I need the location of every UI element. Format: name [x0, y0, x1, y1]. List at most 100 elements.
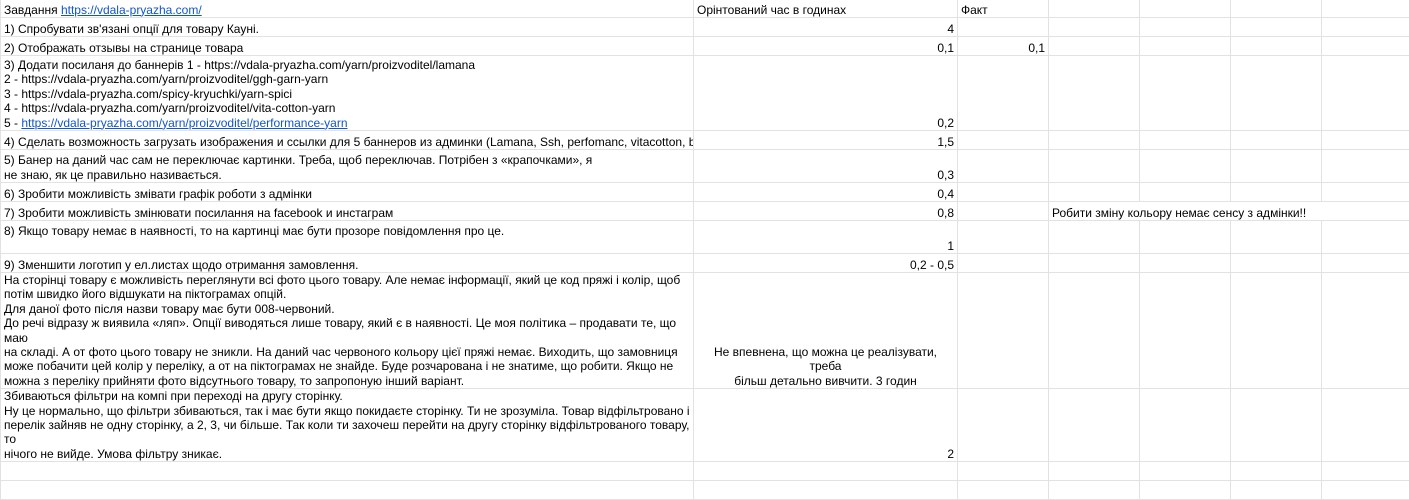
empty-cell[interactable]	[1049, 0, 1140, 18]
empty-cell[interactable]	[1231, 389, 1322, 462]
note-cell[interactable]	[1049, 389, 1140, 462]
empty-cell[interactable]	[1322, 37, 1409, 56]
empty-cell[interactable]	[1140, 183, 1231, 202]
empty-cell[interactable]	[1322, 481, 1409, 500]
empty-cell[interactable]	[1140, 56, 1231, 131]
task-cell[interactable]: Збиваються фільтри на компі при переході…	[1, 389, 694, 462]
estimate-cell[interactable]: 0,1	[694, 37, 958, 56]
actual-cell[interactable]	[958, 273, 1049, 389]
actual-cell[interactable]	[958, 221, 1049, 254]
note-cell[interactable]	[1049, 18, 1140, 37]
empty-cell[interactable]	[1231, 150, 1322, 183]
actual-cell[interactable]	[958, 183, 1049, 202]
estimate-cell[interactable]: 1,5	[694, 131, 958, 150]
empty-cell[interactable]	[1049, 462, 1140, 481]
actual-cell[interactable]	[958, 56, 1049, 131]
empty-cell[interactable]	[1140, 254, 1231, 273]
estimate-cell[interactable]: 0,8	[694, 202, 958, 221]
estimate-cell[interactable]: Не впевнена, що можна це реалізувати, тр…	[694, 273, 958, 389]
empty-cell[interactable]	[1049, 481, 1140, 500]
empty-cell[interactable]	[1140, 18, 1231, 37]
empty-cell[interactable]	[1322, 462, 1409, 481]
task-cell[interactable]: 8) Якщо товару немає в наявності, то на …	[1, 221, 694, 254]
estimate-cell[interactable]: 4	[694, 18, 958, 37]
empty-cell[interactable]	[1322, 389, 1409, 462]
note-cell[interactable]	[1049, 254, 1140, 273]
note-cell[interactable]: Робити зміну кольору немає сенсу з адмін…	[1049, 202, 1409, 221]
empty-cell[interactable]	[1322, 131, 1409, 150]
estimate-cell[interactable]: 0,2	[694, 56, 958, 131]
empty-cell[interactable]	[1322, 221, 1409, 254]
empty-cell[interactable]	[1231, 131, 1322, 150]
empty-cell[interactable]	[1140, 221, 1231, 254]
performance-yarn-link[interactable]: https://vdala-pryazha.com/yarn/proizvodi…	[21, 116, 347, 130]
actual-cell[interactable]: 0,1	[958, 37, 1049, 56]
empty-cell[interactable]	[958, 462, 1049, 481]
empty-cell[interactable]	[1, 462, 694, 481]
note-cell[interactable]	[1049, 150, 1140, 183]
table-row: Збиваються фільтри на компі при переході…	[1, 389, 1409, 462]
empty-cell[interactable]	[1231, 18, 1322, 37]
empty-cell[interactable]	[1231, 183, 1322, 202]
header-estimate-cell[interactable]: Орінтований час в годинах	[694, 0, 958, 18]
task-cell[interactable]: 4) Сделать возможность загрузать изображ…	[1, 131, 694, 150]
estimate-cell[interactable]: 1	[694, 221, 958, 254]
table-row: 6) Зробити можливість змівати графік роб…	[1, 183, 1409, 202]
empty-cell[interactable]	[1140, 150, 1231, 183]
header-task-link[interactable]: https://vdala-pryazha.com/	[61, 3, 202, 17]
empty-cell[interactable]	[1140, 0, 1231, 18]
note-cell[interactable]	[1049, 131, 1140, 150]
header-task-cell[interactable]: Завдання https://vdala-pryazha.com/	[1, 0, 694, 18]
actual-cell[interactable]	[958, 254, 1049, 273]
actual-cell[interactable]	[958, 202, 1049, 221]
task-cell[interactable]: 3) Додати посиланя до баннерів 1 - https…	[1, 56, 694, 131]
empty-cell[interactable]	[1231, 0, 1322, 18]
estimate-cell[interactable]: 2	[694, 389, 958, 462]
empty-cell[interactable]	[1140, 273, 1231, 389]
estimate-cell[interactable]: 0,2 - 0,5	[694, 254, 958, 273]
empty-cell[interactable]	[1322, 183, 1409, 202]
empty-cell[interactable]	[1322, 273, 1409, 389]
empty-cell[interactable]	[1, 481, 694, 500]
header-actual-cell[interactable]: Факт	[958, 0, 1049, 18]
actual-cell[interactable]	[958, 389, 1049, 462]
empty-cell[interactable]	[694, 462, 958, 481]
empty-cell[interactable]	[1322, 18, 1409, 37]
note-cell[interactable]	[1049, 37, 1140, 56]
empty-cell[interactable]	[1231, 462, 1322, 481]
empty-cell[interactable]	[1231, 273, 1322, 389]
task-cell[interactable]: 1) Спробувати зв'язані опції для товару …	[1, 18, 694, 37]
empty-cell[interactable]	[958, 481, 1049, 500]
empty-cell[interactable]	[1231, 254, 1322, 273]
actual-cell[interactable]	[958, 131, 1049, 150]
empty-cell[interactable]	[1322, 150, 1409, 183]
empty-cell[interactable]	[1140, 131, 1231, 150]
task-cell[interactable]: 9) Зменшити логотип у ел.листах щодо отр…	[1, 254, 694, 273]
empty-cell[interactable]	[1140, 462, 1231, 481]
note-cell[interactable]	[1049, 183, 1140, 202]
task-cell[interactable]: 6) Зробити можливість змівати графік роб…	[1, 183, 694, 202]
note-cell[interactable]	[1049, 273, 1140, 389]
empty-cell[interactable]	[694, 481, 958, 500]
estimate-cell[interactable]: 0,4	[694, 183, 958, 202]
empty-cell[interactable]	[1140, 481, 1231, 500]
empty-cell[interactable]	[1231, 37, 1322, 56]
task-cell[interactable]: 7) Зробити можливість змінювати посиланн…	[1, 202, 694, 221]
empty-cell[interactable]	[1140, 389, 1231, 462]
empty-cell[interactable]	[1231, 481, 1322, 500]
actual-cell[interactable]	[958, 150, 1049, 183]
note-cell[interactable]	[1049, 221, 1140, 254]
estimate-cell[interactable]: 0,3	[694, 150, 958, 183]
task-cell[interactable]: На сторінці товару є можливість переглян…	[1, 273, 694, 389]
empty-cell[interactable]	[1322, 56, 1409, 131]
empty-cell[interactable]	[1231, 56, 1322, 131]
task-cell[interactable]: 2) Отображать отзывы на странице товара	[1, 37, 694, 56]
note-cell[interactable]	[1049, 56, 1140, 131]
empty-cell[interactable]	[1231, 221, 1322, 254]
table-row: 4) Сделать возможность загрузать изображ…	[1, 131, 1409, 150]
empty-cell[interactable]	[1322, 254, 1409, 273]
actual-cell[interactable]	[958, 18, 1049, 37]
task-cell[interactable]: 5) Банер на даний час сам не переключає …	[1, 150, 694, 183]
empty-cell[interactable]	[1140, 37, 1231, 56]
empty-cell[interactable]	[1322, 0, 1409, 18]
